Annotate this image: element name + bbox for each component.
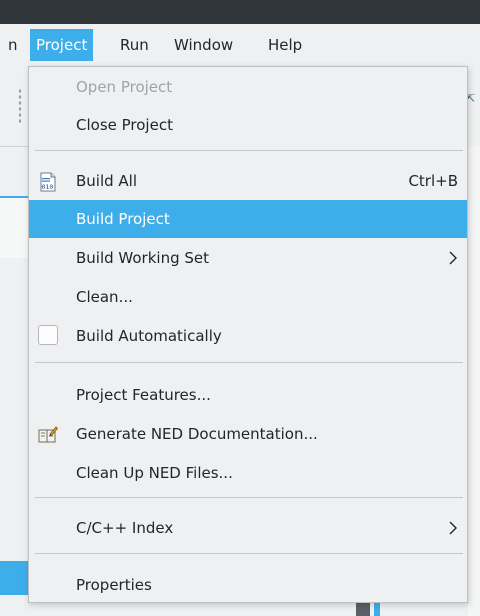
menu-item-project-features[interactable]: Project Features... — [29, 376, 467, 414]
menu-item-build-automatically[interactable]: Build Automatically — [29, 317, 467, 355]
menu-item-label: C/C++ Index — [76, 519, 174, 537]
menu-item-build-working-set[interactable]: Build Working Set — [29, 239, 467, 277]
menu-separator — [35, 362, 463, 363]
window-titlebar — [0, 0, 480, 24]
documentation-icon — [38, 425, 59, 445]
menu-separator — [35, 150, 463, 151]
menu-item-label: Close Project — [76, 116, 173, 134]
menu-item-label: Build Project — [76, 210, 170, 228]
background-scroll-accent — [374, 602, 380, 616]
toolbar-grip — [18, 88, 22, 124]
menubar-item-partial[interactable]: n — [2, 29, 24, 61]
project-menu: Open Project Close Project 010 Build All… — [28, 66, 468, 603]
build-automatically-checkbox[interactable] — [38, 325, 58, 345]
shortcut-label: Ctrl+B — [408, 172, 458, 190]
menubar-item-window[interactable]: Window — [168, 29, 239, 61]
background-scroll-handle — [356, 602, 370, 616]
menu-item-build-project[interactable]: Build Project — [29, 200, 467, 238]
menu-item-label: Generate NED Documentation... — [76, 425, 318, 443]
chevron-right-icon — [446, 251, 460, 265]
menu-separator — [35, 497, 463, 498]
background-selected-row — [0, 561, 28, 595]
menu-item-properties[interactable]: Properties — [29, 566, 467, 604]
menu-item-generate-ned-documentation[interactable]: Generate NED Documentation... — [29, 415, 467, 453]
menu-item-label: Clean Up NED Files... — [76, 464, 233, 482]
menu-item-open-project: Open Project — [29, 68, 467, 106]
chevron-right-icon — [446, 521, 460, 535]
menu-item-label: Build Automatically — [76, 327, 222, 345]
menu-item-label: Build All — [76, 172, 138, 190]
menu-separator — [35, 553, 463, 554]
svg-text:010: 010 — [42, 183, 54, 191]
menu-item-build-all[interactable]: 010 Build All Ctrl+B — [29, 162, 467, 200]
menubar-item-help[interactable]: Help — [262, 29, 308, 61]
menu-item-clean-up-ned-files[interactable]: Clean Up NED Files... — [29, 454, 467, 492]
menu-item-label: Project Features... — [76, 386, 211, 404]
menubar: n Project Run Window Help — [0, 24, 480, 67]
menu-item-label: Clean... — [76, 288, 133, 306]
menu-item-close-project[interactable]: Close Project — [29, 106, 467, 144]
menu-item-label: Open Project — [76, 78, 173, 96]
menu-item-label: Properties — [76, 576, 152, 594]
menu-item-clean[interactable]: Clean... — [29, 278, 467, 316]
background-panel — [0, 198, 28, 258]
menu-item-cpp-index[interactable]: C/C++ Index — [29, 509, 467, 547]
menu-item-label: Build Working Set — [76, 249, 210, 267]
menubar-item-project[interactable]: Project — [30, 29, 94, 61]
background-right-panel — [468, 146, 480, 616]
binary-file-icon: 010 — [38, 172, 58, 192]
menubar-item-run[interactable]: Run — [114, 29, 155, 61]
